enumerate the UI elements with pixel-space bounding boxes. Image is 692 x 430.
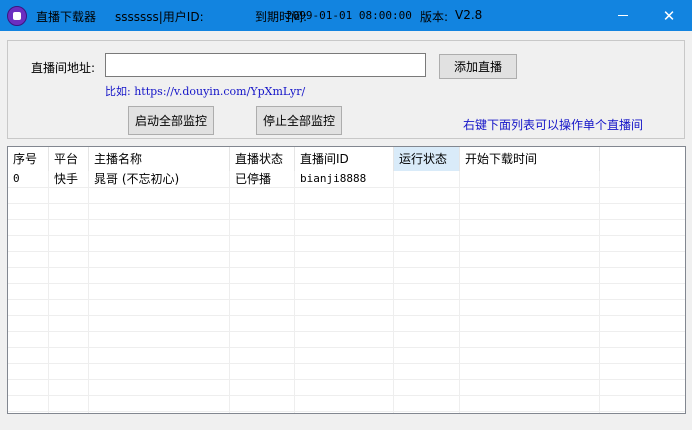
grid-line	[8, 219, 685, 220]
table-row[interactable]: 0 快手 晁哥 (不忘初心) 已停播 bianji8888	[8, 171, 685, 187]
grid-line	[8, 315, 685, 316]
column-header-index[interactable]: 序号	[8, 147, 49, 171]
version-label: 版本:	[420, 10, 449, 24]
column-header-platform[interactable]: 平台	[49, 147, 89, 171]
column-header-room-id[interactable]: 直播间ID	[295, 147, 394, 171]
grid-line	[8, 267, 685, 268]
grid-line	[8, 411, 685, 412]
cell-live-status: 已停播	[235, 172, 272, 186]
version-value: V2.8	[455, 8, 483, 22]
grid-line	[8, 299, 685, 300]
cell-platform: 快手	[54, 172, 79, 186]
minimize-button[interactable]	[600, 0, 646, 31]
add-live-button[interactable]: 添加直播	[439, 54, 517, 79]
column-header-run-status[interactable]: 运行状态	[394, 147, 460, 171]
window-title: 直播下载器	[36, 10, 97, 24]
grid-line	[8, 379, 685, 380]
live-room-list[interactable]: 序号 平台 主播名称 直播状态 直播间ID 运行状态 开始下载时间 0 快手 晁…	[7, 146, 686, 414]
list-header: 序号 平台 主播名称 直播状态 直播间ID 运行状态 开始下载时间	[8, 147, 685, 171]
column-header-download-start-time[interactable]: 开始下载时间	[460, 147, 600, 171]
url-input[interactable]	[105, 53, 426, 77]
grid-line	[8, 235, 685, 236]
minimize-icon	[618, 15, 628, 16]
close-button[interactable]: ✕	[646, 0, 692, 31]
grid-line	[8, 203, 685, 204]
cell-download-start-time	[460, 171, 600, 187]
close-icon: ✕	[662, 6, 676, 25]
start-all-monitor-button[interactable]: 启动全部监控	[128, 106, 214, 135]
column-header-live-status[interactable]: 直播状态	[230, 147, 295, 171]
grid-line	[8, 363, 685, 364]
grid-line	[8, 347, 685, 348]
grid-line	[8, 187, 685, 188]
app-logo-icon	[7, 6, 27, 26]
stop-all-monitor-button[interactable]: 停止全部监控	[256, 106, 342, 135]
column-header-streamer-name[interactable]: 主播名称	[89, 147, 230, 171]
user-id-label: sssssss|用户ID:	[115, 10, 204, 24]
cell-index: 0	[13, 172, 20, 185]
cell-run-status	[394, 171, 460, 187]
grid-line	[8, 251, 685, 252]
grid-line	[8, 283, 685, 284]
right-click-hint: 右键下面列表可以操作单个直播间	[463, 118, 644, 132]
cell-streamer-name: 晁哥 (不忘初心)	[94, 172, 180, 186]
grid-line	[8, 331, 685, 332]
title-bar: 直播下载器 sssssss|用户ID: 到期时间: 2099-01-01 08:…	[0, 0, 692, 31]
url-label: 直播间地址:	[31, 61, 96, 75]
example-url-text: 比如: https://v.douyin.com/YpXmLyr/	[105, 85, 306, 98]
cell-room-id: bianji8888	[300, 172, 367, 185]
expire-value: 2099-01-01 08:00:00	[286, 9, 412, 22]
grid-line	[8, 395, 685, 396]
